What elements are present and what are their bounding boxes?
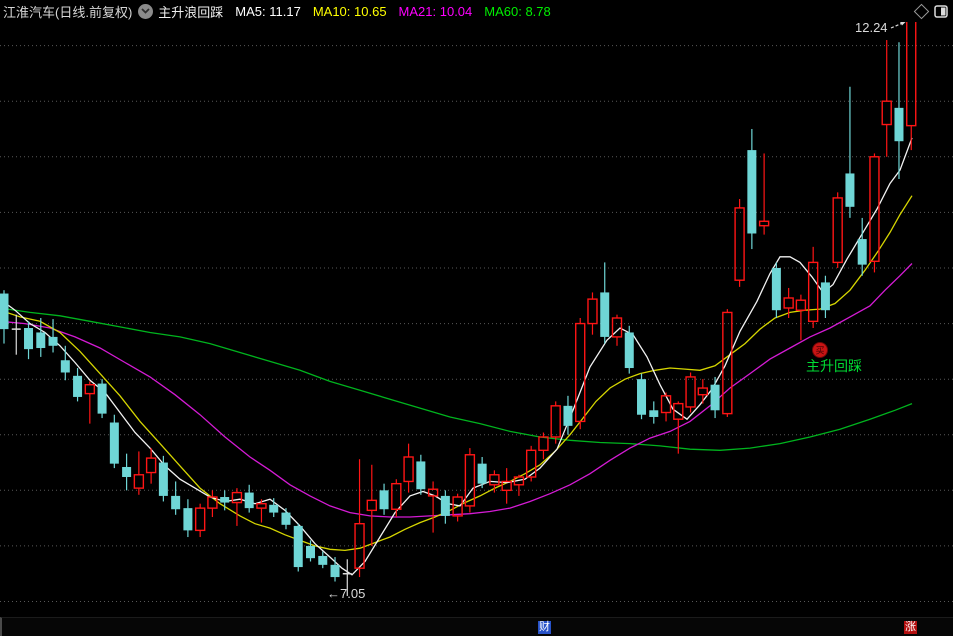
candle: [685, 372, 696, 413]
candle: [624, 325, 634, 374]
candle: [857, 217, 867, 276]
candle: [758, 153, 770, 235]
candle: [747, 128, 757, 250]
candle: [109, 414, 119, 469]
candle: [379, 483, 389, 515]
signal-label: 主升回踩: [806, 358, 862, 374]
candle: [354, 459, 365, 578]
split-pane-icon[interactable]: [933, 3, 949, 19]
candle: [697, 379, 709, 404]
candle: [832, 192, 843, 268]
candle: [894, 42, 904, 180]
indicator-name: 主升浪回踩: [158, 4, 224, 20]
candle: [207, 490, 218, 518]
candle: [403, 443, 414, 493]
finance-badge[interactable]: 财: [538, 621, 551, 634]
title-bar: 江淮汽车(日线.前复权) 主升浪回踩 MA5: 11.17 MA10: 10.6…: [0, 0, 953, 22]
candle: [269, 498, 279, 518]
price-gridlines: [0, 45, 953, 602]
candle: [575, 318, 586, 430]
candle: [183, 499, 193, 538]
candle: [220, 490, 230, 511]
candle: [906, 18, 917, 151]
candle: [807, 246, 819, 329]
candle: [710, 376, 720, 419]
candle: [0, 290, 9, 344]
candle: [881, 40, 892, 157]
candle: [11, 314, 21, 355]
candle: [427, 481, 439, 533]
candle: [550, 401, 561, 444]
candle: [244, 484, 254, 513]
svg-text:12.24: 12.24: [855, 20, 888, 35]
candle: [538, 432, 549, 460]
stock-name: 江淮汽车(日线.前复权): [3, 4, 133, 20]
buy-signal: 买主升回踩: [806, 342, 862, 374]
candle: [464, 448, 476, 513]
kline-chart[interactable]: 12.24 ←7.05 买主升回踩: [0, 0, 953, 636]
candle: [649, 401, 659, 424]
diamond-icon[interactable]: [913, 3, 929, 19]
candle: [722, 309, 733, 417]
ma60-label: MA60: 8.78: [484, 3, 551, 19]
candle: [48, 319, 58, 353]
candle: [330, 557, 340, 582]
candle: [795, 294, 807, 341]
candle: [600, 262, 610, 344]
candle: [525, 445, 537, 482]
candle: [122, 453, 132, 491]
high-price-annotation: 12.24: [855, 20, 907, 35]
candle: [73, 368, 83, 402]
candle: [194, 503, 206, 538]
candle: [391, 479, 402, 518]
rise-badge[interactable]: 涨: [904, 621, 917, 634]
bottom-bar: 财 涨: [0, 617, 953, 636]
candle: [231, 488, 243, 526]
candle: [84, 381, 96, 424]
candles: [0, 18, 917, 596]
candle: [366, 464, 377, 546]
candle: [171, 481, 181, 515]
candle: [440, 490, 450, 524]
candle: [820, 275, 830, 318]
candle: [673, 401, 684, 454]
ma10-label: MA10: 10.65: [312, 3, 387, 19]
candle: [24, 321, 34, 360]
candle: [60, 345, 70, 381]
svg-text:←7.05: ←7.05: [327, 586, 365, 601]
stock-app-window: 12.24 ←7.05 买主升回踩 江淮汽车(日线.前复权) 主升浪回踩 MA5: …: [0, 0, 953, 636]
candle: [477, 456, 487, 489]
candle: [416, 454, 426, 495]
candle: [293, 523, 303, 572]
ma5-label: MA5: 11.17: [235, 3, 301, 19]
candle: [587, 292, 598, 335]
candle: [133, 451, 145, 495]
candle: [771, 262, 781, 318]
candle: [637, 373, 647, 420]
candle: [501, 468, 512, 504]
candle: [281, 508, 291, 530]
candle: [158, 455, 168, 502]
chevron-down-circle-icon[interactable]: [138, 3, 154, 19]
candle: [845, 86, 855, 218]
ma21-label: MA21: 10.04: [398, 3, 473, 19]
candle: [97, 379, 107, 419]
svg-text:买: 买: [815, 346, 824, 356]
low-price-annotation: ←7.05: [327, 586, 365, 601]
